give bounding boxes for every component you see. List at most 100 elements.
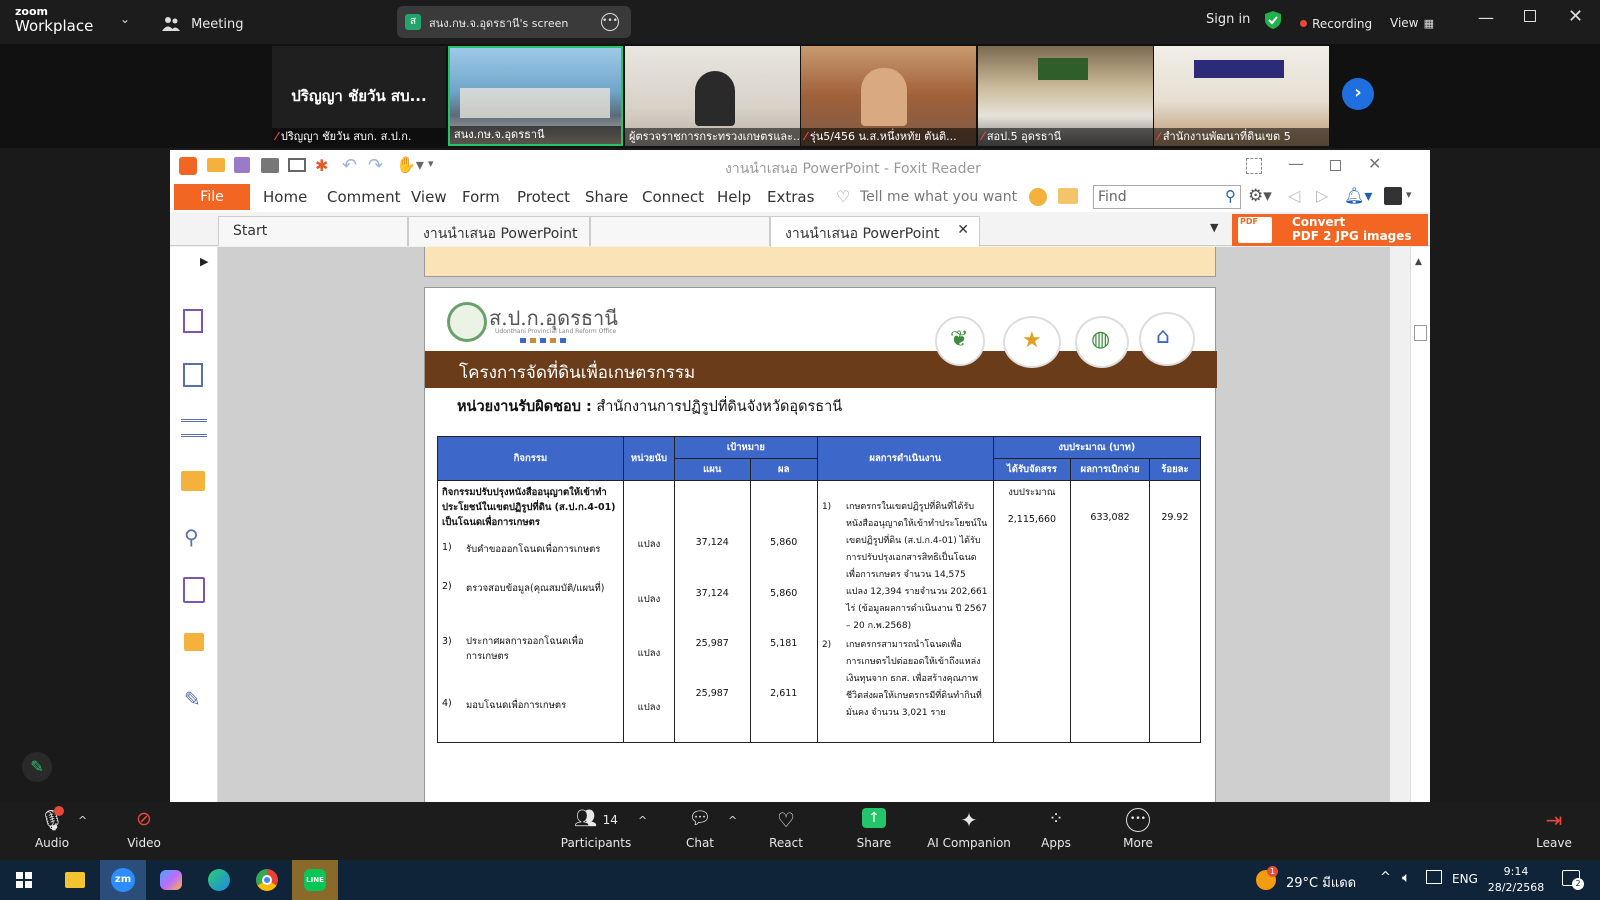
react-button[interactable]: ♡ React: [766, 808, 806, 850]
participant-tile[interactable]: ⁄ สอป.5 อุดรธานี: [978, 46, 1153, 146]
pen-user-icon[interactable]: ✎: [184, 687, 201, 711]
customize-icon[interactable]: ▾: [428, 157, 434, 170]
clock[interactable]: 9:14 28/2/2568: [1484, 864, 1548, 896]
chrome-icon[interactable]: [244, 860, 290, 900]
chevron-down-icon[interactable]: ⌄: [120, 12, 130, 26]
participants-button[interactable]: 👥︎ 14 Participants: [556, 808, 636, 850]
close-icon[interactable]: ✕: [1568, 6, 1583, 27]
notification-icon[interactable]: 2: [1562, 870, 1584, 890]
menu-comment[interactable]: Comment: [327, 188, 401, 206]
minimize-icon[interactable]: —: [1288, 154, 1304, 173]
menu-view[interactable]: View: [411, 188, 447, 206]
menu-connect[interactable]: Connect: [642, 188, 704, 206]
menu-file[interactable]: File: [174, 184, 250, 210]
prev-icon[interactable]: ◁: [1288, 186, 1300, 205]
audio-options-icon[interactable]: ^: [78, 814, 87, 827]
expand-panel-icon[interactable]: ▶: [200, 255, 208, 268]
tab-document-active[interactable]: งานนำเสนอ PowerPoint ✕: [770, 216, 980, 247]
video-button[interactable]: ⊘ Video: [124, 808, 164, 850]
line-icon[interactable]: LINE: [292, 860, 338, 900]
redo-icon[interactable]: ↷: [368, 155, 383, 176]
network-icon[interactable]: [1426, 870, 1442, 884]
sign-in-link[interactable]: Sign in: [1206, 12, 1250, 27]
vertical-scrollbar[interactable]: ▲: [1410, 247, 1430, 802]
start-button[interactable]: [16, 872, 32, 888]
edge-icon[interactable]: [196, 860, 242, 900]
tab-document-2[interactable]: [590, 216, 770, 246]
maximize-icon[interactable]: [1330, 160, 1341, 171]
tell-me-search[interactable]: Tell me what you want to: [860, 189, 1022, 205]
undo-icon[interactable]: ↶: [342, 155, 357, 176]
scroll-thumb[interactable]: [1414, 325, 1427, 341]
minimize-icon[interactable]: —: [1478, 8, 1494, 27]
signature-panel-icon[interactable]: [183, 577, 205, 603]
layers-icon[interactable]: [181, 419, 207, 437]
view-button[interactable]: View ▦: [1390, 12, 1434, 31]
find-input[interactable]: Find ⚲: [1093, 185, 1241, 209]
participant-tile[interactable]: ⁄ รุ่น5/456 น.ส.หนึ่งหทัย ตันติ...: [801, 46, 976, 146]
participant-tile[interactable]: ⁄ สำนักงานพัฒนาที่ดินเขต 5: [1154, 46, 1329, 146]
menu-extras[interactable]: Extras: [767, 188, 814, 206]
recording-indicator[interactable]: Recording: [1300, 13, 1372, 32]
participant-tile[interactable]: ผู้ตรวจราชการกระทรวงเกษตรและ...: [625, 46, 800, 146]
leave-button[interactable]: ⇥ Leave: [1534, 808, 1574, 850]
attachment-icon[interactable]: ⚲: [184, 525, 199, 549]
meeting-button[interactable]: Meeting: [162, 13, 244, 32]
bookmark-icon[interactable]: [183, 309, 203, 333]
tab-start[interactable]: Start: [218, 216, 408, 246]
weather-icon[interactable]: 1: [1256, 866, 1278, 890]
annotate-button[interactable]: ✎: [22, 752, 52, 782]
ai-companion-button[interactable]: ✦ AI Companion: [924, 808, 1014, 850]
chevron-down-icon[interactable]: ▾: [1406, 188, 1412, 201]
bell-icon[interactable]: 🔔︎▾: [1344, 186, 1372, 205]
language-indicator[interactable]: ENG: [1452, 872, 1478, 886]
more-button[interactable]: ••• More: [1118, 808, 1158, 850]
next-thumbnails-button[interactable]: ›: [1342, 78, 1374, 110]
audio-button[interactable]: 🎙︎ Audio: [32, 806, 72, 850]
chat-button[interactable]: 💬︎ Chat: [680, 808, 720, 850]
copilot-icon[interactable]: [148, 860, 194, 900]
document-viewport[interactable]: ส.ป.ก.อุดรธานี Udonthani Provincial Land…: [218, 247, 1390, 802]
hand-tool-icon[interactable]: ✋▾: [396, 155, 424, 174]
zoom-logo[interactable]: zoom Workplace: [15, 6, 93, 35]
close-icon[interactable]: ✕: [1368, 154, 1381, 173]
menu-form[interactable]: Form: [462, 188, 500, 206]
apps-button[interactable]: ⁘ Apps: [1036, 808, 1076, 850]
tab-document-1[interactable]: งานนำเสนอ PowerPoint: [408, 216, 590, 246]
close-tab-icon[interactable]: ✕: [957, 222, 969, 238]
print-icon[interactable]: [261, 158, 279, 173]
foxit-logo-icon[interactable]: [179, 157, 197, 175]
open-icon[interactable]: [207, 158, 225, 172]
save-icon[interactable]: [234, 157, 250, 173]
participants-options-icon[interactable]: ^: [638, 814, 647, 827]
search-icon[interactable]: ⚲: [1225, 187, 1236, 205]
shield-check-icon[interactable]: [1265, 11, 1281, 29]
chevron-up-icon[interactable]: ^: [1380, 870, 1391, 885]
settings-icon[interactable]: ⚙▾: [1248, 186, 1272, 206]
menu-protect[interactable]: Protect: [517, 188, 570, 206]
scroll-up-icon[interactable]: ▲: [1415, 257, 1422, 267]
more-options-icon[interactable]: •••: [601, 13, 619, 31]
speaker-icon[interactable]: 🔈︎: [1402, 870, 1410, 886]
lock-icon[interactable]: [184, 633, 204, 651]
chat-options-icon[interactable]: ^: [728, 814, 737, 827]
user-icon[interactable]: [1384, 187, 1402, 205]
participant-tile[interactable]: ปริญญา ชัยวัน สบ... ⁄ ปริญญา ชัยวัน สบก. …: [272, 46, 446, 146]
restore-icon[interactable]: [1524, 10, 1536, 22]
participant-tile[interactable]: สนง.กษ.จ.อุดรธานี: [448, 46, 623, 146]
share-button[interactable]: ↑ Share: [854, 808, 894, 850]
emoji-icon[interactable]: [1029, 188, 1047, 206]
tab-list-icon[interactable]: ▼: [1210, 221, 1218, 234]
screen-share-indicator[interactable]: ส สนง.กษ.จ.อุดรธานี's screen •••: [397, 6, 631, 38]
menu-home[interactable]: Home: [263, 188, 307, 206]
window-icon[interactable]: [288, 158, 306, 172]
layout-icon[interactable]: [1246, 158, 1262, 174]
weather-widget[interactable]: 29°C มีแดด: [1286, 872, 1356, 893]
zoom-app-icon[interactable]: zm: [100, 860, 146, 900]
next-icon[interactable]: ▷: [1316, 186, 1328, 205]
new-icon[interactable]: ✱: [315, 156, 328, 175]
pages-icon[interactable]: [183, 363, 203, 387]
comments-icon[interactable]: [181, 471, 205, 491]
menu-help[interactable]: Help: [717, 188, 751, 206]
menu-share[interactable]: Share: [585, 188, 628, 206]
